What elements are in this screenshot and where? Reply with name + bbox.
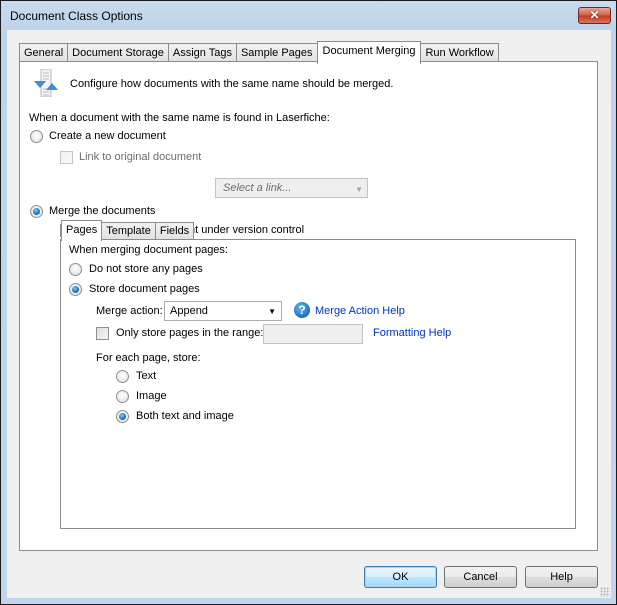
tab-strip: General Document Storage Assign Tags Sam… — [19, 41, 499, 64]
store-text-label[interactable]: Text — [136, 370, 156, 382]
merge-description: Configure how documents with the same na… — [70, 78, 394, 90]
close-icon: ✕ — [589, 8, 600, 22]
do-not-store-pages-radio[interactable] — [69, 263, 82, 276]
tab-pages[interactable]: Pages — [61, 220, 103, 241]
pages-panel: When merging document pages: Do not stor… — [60, 239, 576, 529]
store-pages-label[interactable]: Store document pages — [89, 283, 200, 295]
merge-documents-icon — [34, 69, 58, 97]
inner-tab-strip: Pages Template Fields — [61, 220, 195, 241]
document-merging-panel: Configure how documents with the same na… — [19, 61, 598, 551]
do-not-store-pages-label[interactable]: Do not store any pages — [89, 263, 203, 275]
ok-button[interactable]: OK — [364, 566, 437, 588]
page-range-label[interactable]: Only store pages in the range: — [116, 327, 263, 339]
create-new-document-label[interactable]: Create a new document — [49, 130, 166, 142]
link-select-placeholder: Select a link... — [223, 182, 292, 194]
dialog-client-area: General Document Storage Assign Tags Sam… — [7, 30, 611, 598]
chevron-down-icon: ▼ — [355, 185, 363, 194]
chevron-down-icon: ▼ — [268, 307, 276, 316]
resize-grip[interactable] — [600, 587, 610, 597]
close-button[interactable]: ✕ — [578, 7, 611, 24]
tab-document-storage[interactable]: Document Storage — [67, 43, 169, 63]
merge-action-help-link[interactable]: Merge Action Help — [315, 305, 405, 317]
link-original-checkbox[interactable] — [60, 151, 73, 164]
page-range-checkbox[interactable] — [96, 327, 109, 340]
store-both-radio[interactable] — [116, 410, 129, 423]
tab-document-merging[interactable]: Document Merging — [316, 41, 422, 64]
cancel-button[interactable]: Cancel — [444, 566, 517, 588]
dialog-window: Document Class Options ✕ General Documen… — [0, 0, 617, 605]
store-image-radio[interactable] — [116, 390, 129, 403]
merge-action-dropdown[interactable]: Append ▼ — [164, 301, 282, 321]
link-original-label: Link to original document — [79, 151, 202, 163]
merge-documents-radio[interactable] — [30, 205, 43, 218]
formatting-help-link[interactable]: Formatting Help — [373, 327, 451, 339]
tab-template[interactable]: Template — [101, 222, 156, 240]
tab-sample-pages[interactable]: Sample Pages — [235, 43, 318, 63]
store-text-radio[interactable] — [116, 370, 129, 383]
tab-assign-tags[interactable]: Assign Tags — [167, 43, 237, 63]
merge-action-label: Merge action: — [96, 305, 163, 317]
create-new-document-radio[interactable] — [30, 130, 43, 143]
merge-action-value: Append — [170, 305, 208, 317]
tab-run-workflow[interactable]: Run Workflow — [420, 43, 499, 63]
merge-prompt: When a document with the same name is fo… — [29, 112, 330, 124]
merge-documents-label[interactable]: Merge the documents — [49, 205, 155, 217]
window-title: Document Class Options — [10, 9, 143, 23]
pages-prompt: When merging document pages: — [69, 244, 228, 256]
link-select-dropdown[interactable]: Select a link... ▼ — [215, 178, 368, 198]
title-bar[interactable]: Document Class Options ✕ — [1, 1, 616, 30]
store-image-label[interactable]: Image — [136, 390, 167, 402]
help-button[interactable]: Help — [525, 566, 598, 588]
page-range-input[interactable] — [263, 324, 363, 344]
tab-fields[interactable]: Fields — [154, 222, 195, 240]
tab-general[interactable]: General — [19, 43, 69, 63]
help-icon[interactable]: ? — [294, 302, 310, 318]
store-both-label[interactable]: Both text and image — [136, 410, 234, 422]
store-pages-radio[interactable] — [69, 283, 82, 296]
per-page-store-label: For each page, store: — [96, 352, 201, 364]
